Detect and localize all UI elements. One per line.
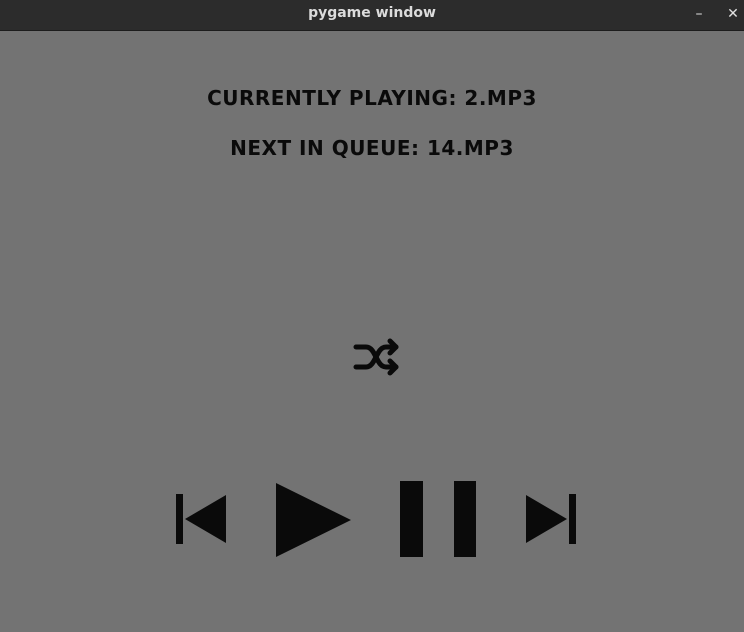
shuffle-button[interactable] xyxy=(352,336,402,378)
currently-playing-label: CURRENTLY PLAYING: 2.MP3 xyxy=(207,86,537,110)
close-button[interactable]: ✕ xyxy=(718,0,744,30)
title-bar[interactable]: pygame window – ✕ xyxy=(0,0,744,31)
next-in-queue-label: NEXT IN QUEUE: 14.MP3 xyxy=(230,136,514,160)
pause-icon xyxy=(400,481,476,557)
pause-button[interactable] xyxy=(398,481,480,559)
previous-track-button[interactable] xyxy=(174,492,230,546)
window-title: pygame window xyxy=(308,5,436,21)
next-track-button[interactable] xyxy=(524,492,580,546)
minimize-button[interactable]: – xyxy=(684,0,714,30)
play-button[interactable] xyxy=(274,481,354,559)
skip-previous-icon xyxy=(176,494,226,544)
shuffle-icon xyxy=(353,338,399,376)
play-icon xyxy=(276,483,351,557)
pygame-window: pygame window – ✕ CURRENTLY PLAYING: 2.M… xyxy=(0,0,744,632)
skip-next-icon xyxy=(526,494,576,544)
